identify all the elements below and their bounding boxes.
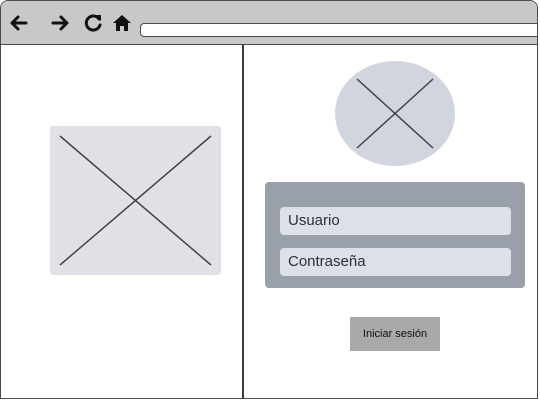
password-field[interactable]: Contraseña (280, 248, 511, 276)
image-placeholder (50, 126, 221, 275)
browser-toolbar (1, 1, 537, 45)
reload-icon[interactable] (83, 13, 103, 33)
avatar (335, 61, 455, 166)
url-bar[interactable] (140, 23, 537, 37)
image-placeholder-icon (59, 135, 212, 266)
forward-arrow-icon[interactable] (50, 13, 70, 33)
avatar-placeholder-icon (356, 78, 434, 149)
browser-window: Usuario Contraseña Iniciar sesión (0, 0, 538, 399)
login-button[interactable]: Iniciar sesión (350, 317, 440, 351)
username-field[interactable]: Usuario (280, 207, 511, 235)
back-arrow-icon[interactable] (9, 13, 29, 33)
column-divider (242, 45, 244, 398)
login-form: Usuario Contraseña (265, 182, 525, 288)
home-icon[interactable] (112, 13, 132, 33)
